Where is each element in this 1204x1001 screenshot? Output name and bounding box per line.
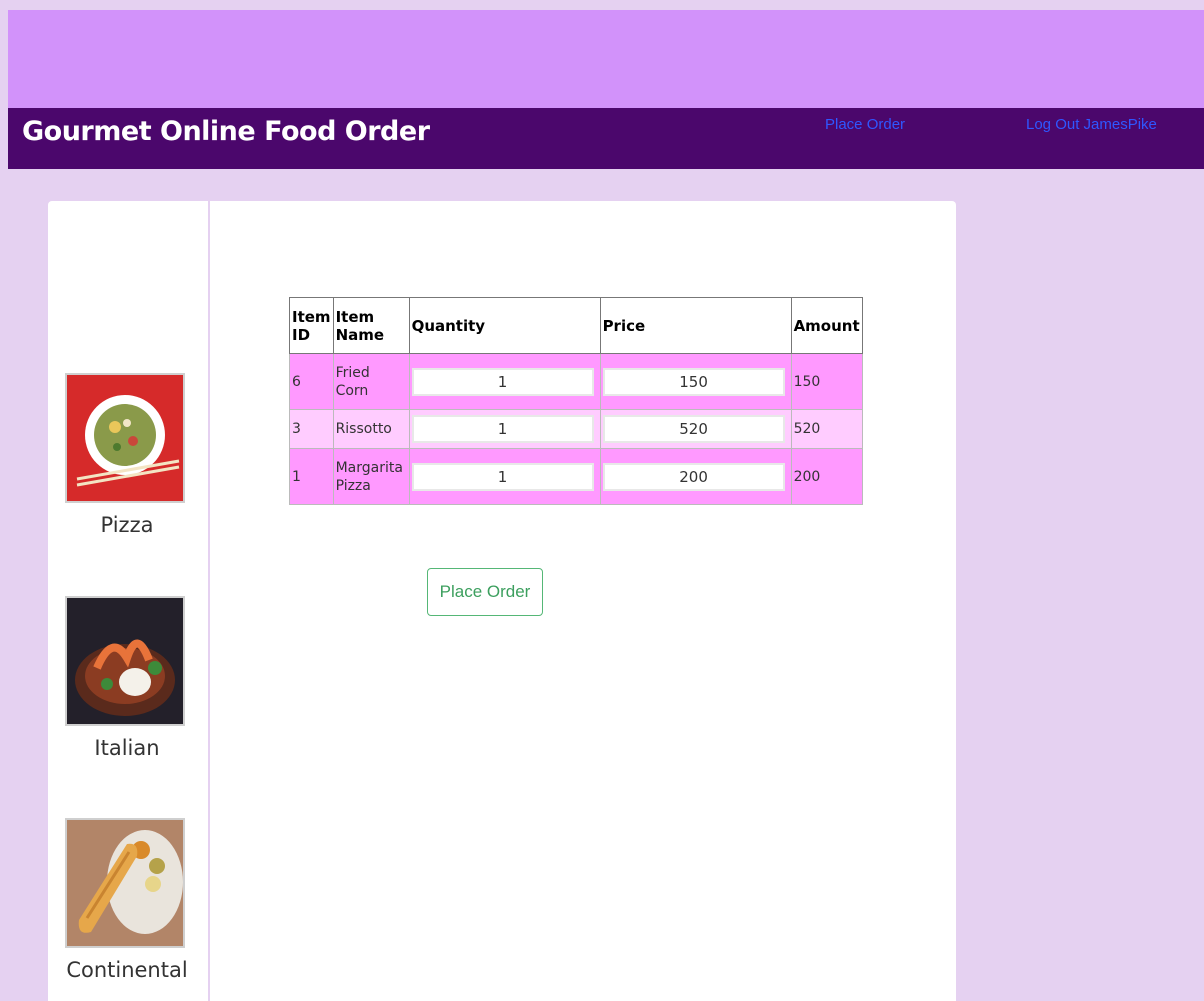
quantity-input[interactable] bbox=[411, 462, 594, 491]
category-label-pizza: Pizza bbox=[100, 513, 154, 537]
order-panel: Item ID Item Name Quantity Price Amount … bbox=[210, 201, 956, 1001]
table-row: 6 Fried Corn 150 bbox=[289, 353, 863, 410]
cell-price bbox=[599, 448, 792, 505]
category-label-continental: Continental bbox=[66, 958, 188, 982]
cell-price bbox=[599, 409, 792, 449]
table-header-row: Item ID Item Name Quantity Price Amount bbox=[289, 297, 863, 354]
cell-amount: 520 bbox=[790, 409, 863, 449]
price-input[interactable] bbox=[602, 462, 785, 491]
category-label-italian: Italian bbox=[94, 736, 160, 760]
cell-quantity bbox=[408, 409, 601, 449]
category-italian[interactable]: Italian bbox=[65, 596, 189, 760]
table-row: 3 Rissotto 520 bbox=[289, 409, 863, 449]
italian-category-image[interactable] bbox=[65, 596, 185, 726]
cell-item-id: 6 bbox=[289, 353, 334, 410]
category-continental[interactable]: Continental bbox=[65, 818, 189, 982]
header-item-name: Item Name bbox=[332, 297, 410, 354]
category-sidebar: Pizza Italian Continental bbox=[48, 201, 208, 1001]
navbar: Gourmet Online Food Order Place Order Lo… bbox=[8, 108, 1204, 169]
header-item-id: Item ID bbox=[289, 297, 334, 354]
quantity-input[interactable] bbox=[411, 415, 594, 443]
cell-item-name: Margarita Pizza bbox=[332, 448, 410, 505]
cell-item-id: 3 bbox=[289, 409, 334, 449]
cell-item-name: Fried Corn bbox=[332, 353, 410, 410]
cell-price bbox=[599, 353, 792, 410]
category-pizza[interactable]: Pizza bbox=[65, 373, 189, 537]
cell-item-name: Rissotto bbox=[332, 409, 410, 449]
quantity-input[interactable] bbox=[411, 367, 594, 396]
price-input[interactable] bbox=[602, 415, 785, 443]
price-input[interactable] bbox=[602, 367, 785, 396]
pizza-category-image[interactable] bbox=[65, 373, 185, 503]
cell-item-id: 1 bbox=[289, 448, 334, 505]
cell-quantity bbox=[408, 353, 601, 410]
header-quantity: Quantity bbox=[408, 297, 601, 354]
order-table: Item ID Item Name Quantity Price Amount … bbox=[289, 297, 863, 505]
place-order-button[interactable]: Place Order bbox=[427, 568, 543, 616]
table-row: 1 Margarita Pizza 200 bbox=[289, 448, 863, 505]
top-banner bbox=[8, 10, 1204, 108]
nav-place-order-link[interactable]: Place Order bbox=[825, 116, 905, 133]
header-amount: Amount bbox=[790, 297, 863, 354]
continental-category-image[interactable] bbox=[65, 818, 185, 948]
cell-amount: 200 bbox=[790, 448, 863, 505]
nav-logout-link[interactable]: Log Out JamesPike bbox=[1026, 116, 1157, 133]
cell-amount: 150 bbox=[790, 353, 863, 410]
header-price: Price bbox=[599, 297, 792, 354]
app-title: Gourmet Online Food Order bbox=[22, 116, 430, 147]
cell-quantity bbox=[408, 448, 601, 505]
